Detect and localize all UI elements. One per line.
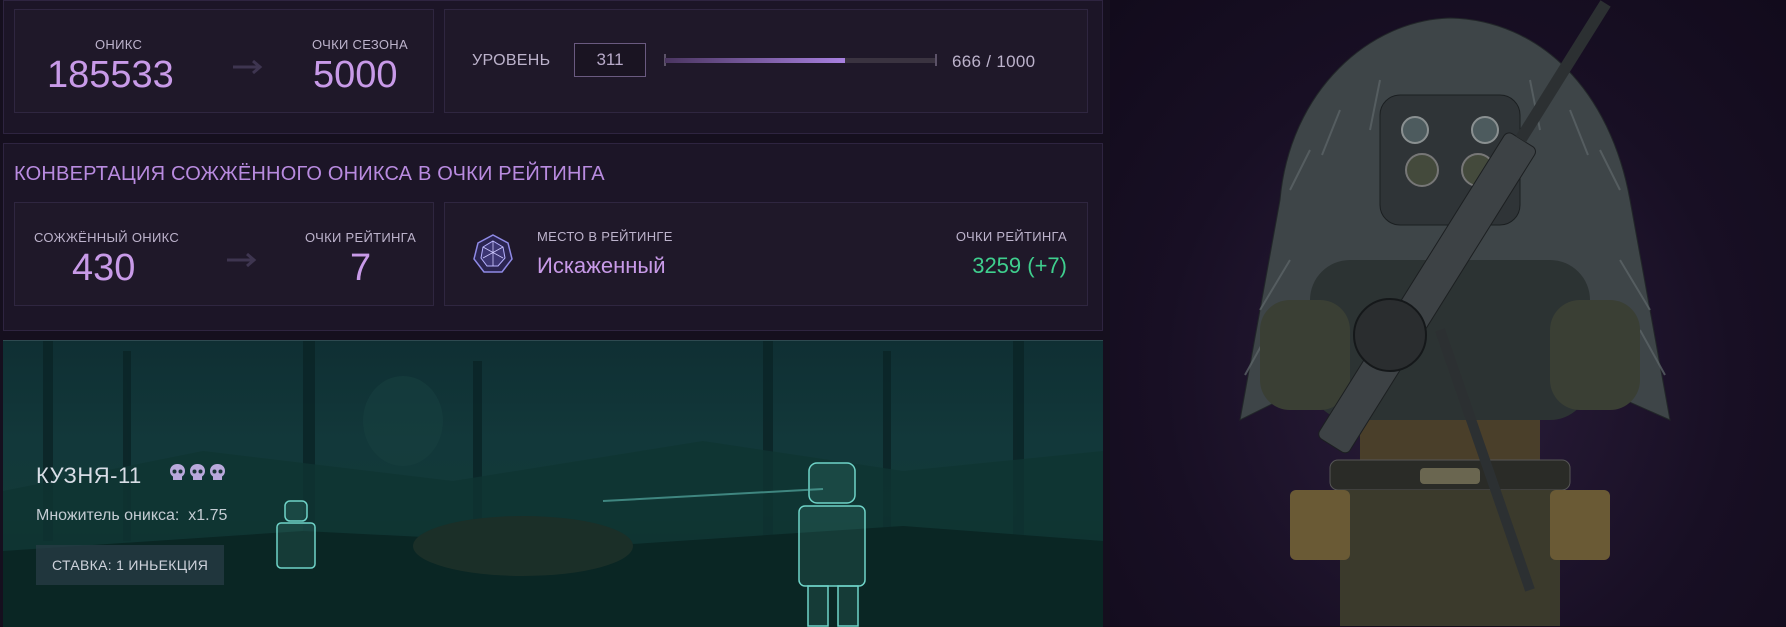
arrow-right-icon — [227, 253, 261, 267]
progress-tick-right — [935, 54, 937, 66]
left-column: ОНИКС 185533 ОЧКИ СЕЗОНА 5000 УРОВЕНЬ 31… — [0, 0, 1110, 627]
rank-label: МЕСТО В РЕЙТИНГЕ — [537, 229, 673, 244]
season-points-label: ОЧКИ СЕЗОНА — [312, 37, 408, 52]
crystal-icon — [472, 233, 514, 275]
rating-points-value: 7 — [350, 247, 372, 289]
burned-onyx-label: СОЖЖЁННЫЙ ОНИКС — [34, 230, 180, 245]
rank-card: МЕСТО В РЕЙТИНГЕ Искаженный ОЧКИ РЕЙТИНГ… — [444, 202, 1088, 306]
conversion-title: КОНВЕРТАЦИЯ СОЖЖЁННОГО ОНИКСА В ОЧКИ РЕЙ… — [14, 163, 605, 185]
rank-points-value: 3259 (+7) — [972, 253, 1067, 278]
skull-icon — [190, 464, 205, 480]
onyx-value: 185533 — [47, 54, 174, 96]
onyx-multiplier: Множитель оникса: x1.75 — [36, 507, 228, 524]
character-model-image — [1239, 0, 1671, 626]
onyx-card: ОНИКС 185533 ОЧКИ СЕЗОНА 5000 — [14, 9, 434, 113]
character-preview[interactable] — [1110, 0, 1786, 626]
season-points-value: 5000 — [313, 54, 398, 96]
rating-points-label: ОЧКИ РЕЙТИНГА — [305, 230, 417, 245]
arrow-right-icon — [233, 60, 267, 74]
level-progress-fill — [665, 58, 845, 63]
burned-onyx-value: 430 — [72, 247, 136, 289]
level-progress-bar — [665, 58, 935, 63]
skull-icon — [170, 464, 185, 480]
rank-points-label: ОЧКИ РЕЙТИНГА — [955, 229, 1067, 244]
burned-onyx-card: СОЖЖЁННЫЙ ОНИКС 430 ОЧКИ РЕЙТИНГА 7 — [14, 202, 434, 306]
season-panel: ОНИКС 185533 ОЧКИ СЕЗОНА 5000 УРОВЕНЬ 31… — [3, 0, 1103, 134]
skull-icon — [210, 464, 225, 480]
bet-button[interactable]: СТАВКА: 1 ИНЬЕКЦИЯ — [36, 545, 225, 585]
level-value: 311 — [574, 43, 646, 77]
rank-value: Искаженный — [537, 253, 666, 278]
onyx-label: ОНИКС — [95, 37, 143, 52]
mission-name: КУЗНЯ-11 — [36, 463, 142, 488]
level-card: УРОВЕНЬ 311 666 / 1000 — [444, 9, 1088, 113]
progress-text: 666 / 1000 — [952, 52, 1036, 71]
conversion-panel: КОНВЕРТАЦИЯ СОЖЖЁННОГО ОНИКСА В ОЧКИ РЕЙ… — [3, 143, 1103, 331]
difficulty-skulls — [169, 463, 226, 483]
mission-card[interactable]: КУЗНЯ-11 Множитель оникса: x1.75 СТАВКА:… — [3, 340, 1103, 627]
level-label: УРОВЕНЬ — [472, 52, 551, 69]
